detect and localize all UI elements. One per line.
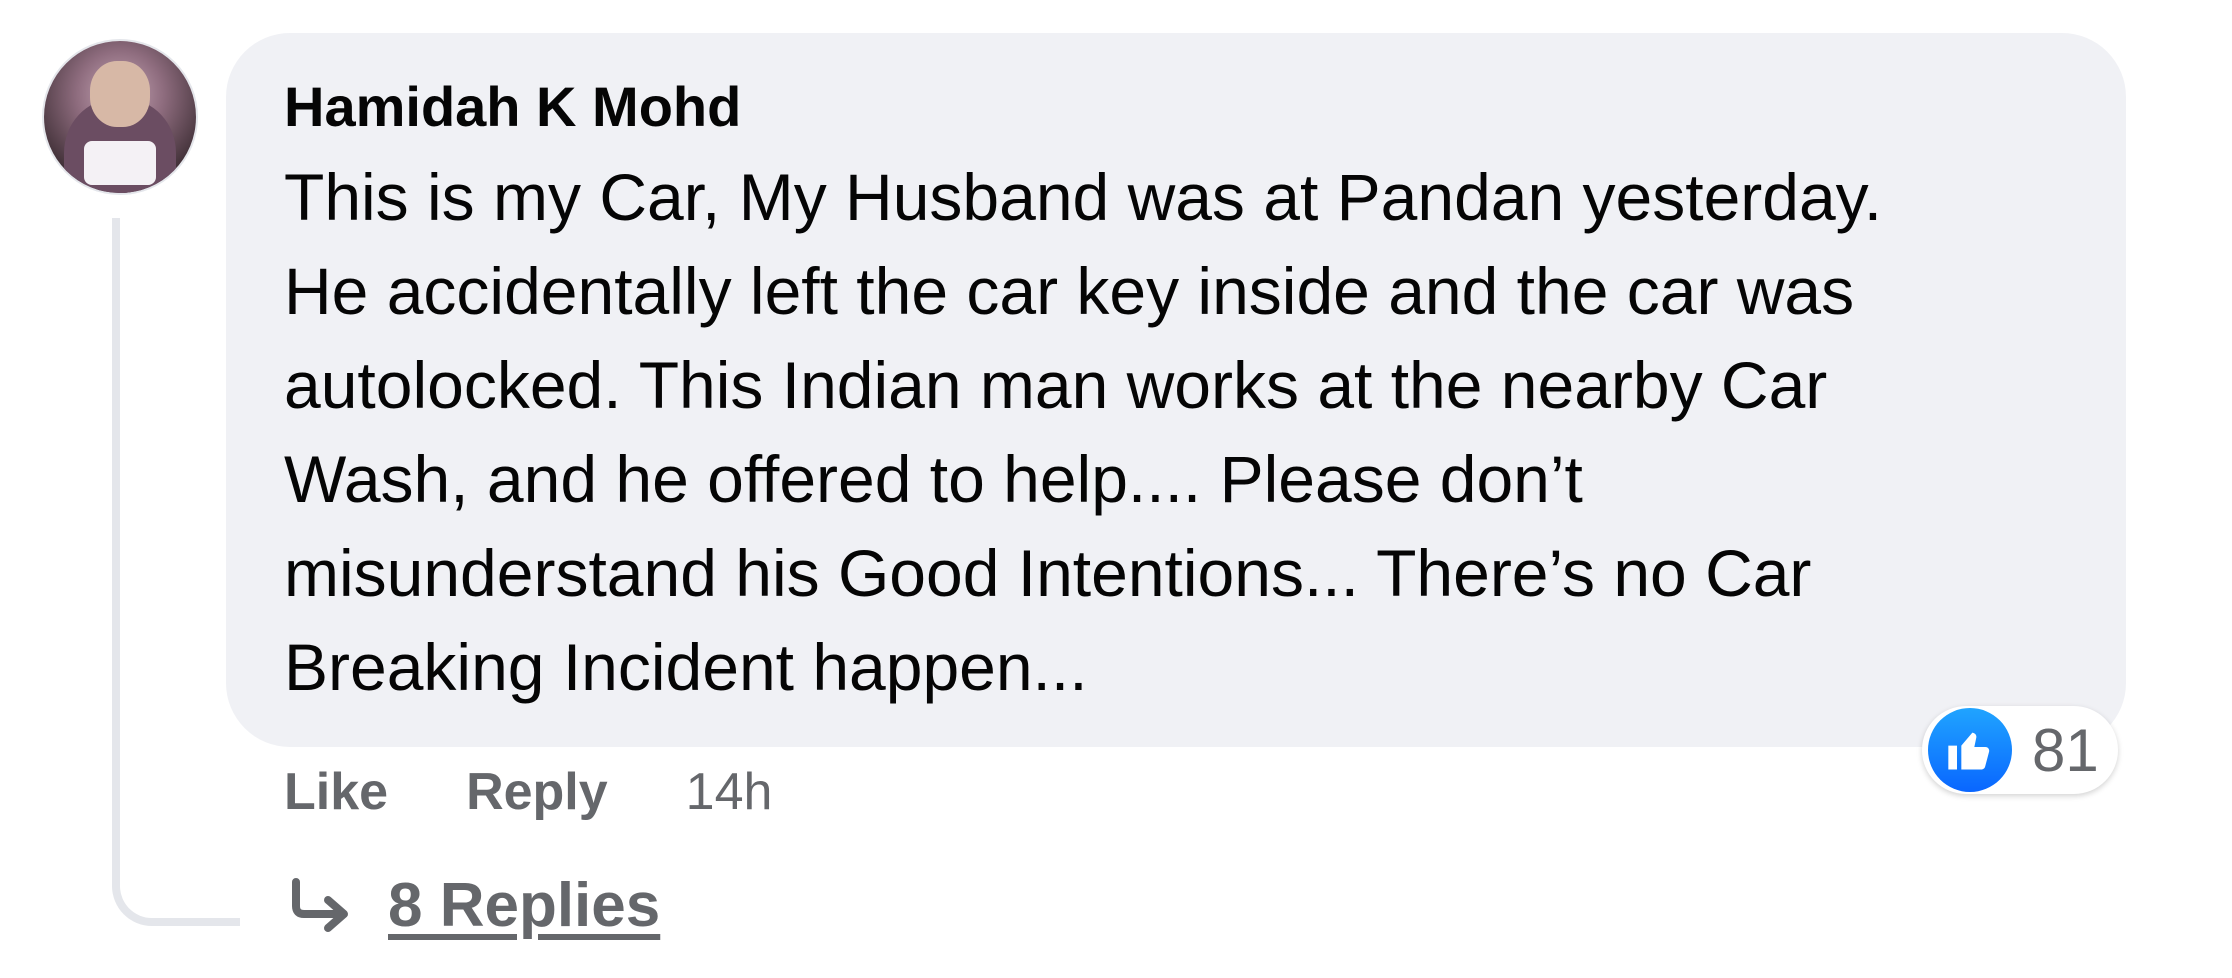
comment-text-line: Breaking Incident happen... xyxy=(284,630,1088,704)
avatar[interactable] xyxy=(44,41,196,193)
reaction-count: 81 xyxy=(2032,716,2099,784)
thread-connector-line xyxy=(112,218,240,926)
thumbs-up-icon xyxy=(1928,708,2012,792)
comment-actions: Like Reply 14h xyxy=(284,762,772,822)
comment-text-line: He accidentally left the car key inside … xyxy=(284,254,1855,328)
comment-author-name[interactable]: Hamidah K Mohd xyxy=(284,74,741,139)
reply-button[interactable]: Reply xyxy=(466,762,608,822)
comment-timestamp[interactable]: 14h xyxy=(686,762,773,822)
reaction-summary[interactable]: 81 xyxy=(1922,706,2118,794)
like-button[interactable]: Like xyxy=(284,762,388,822)
view-replies-row[interactable]: 8 Replies xyxy=(286,870,660,941)
reply-arrow-icon xyxy=(292,877,348,932)
comment-text: This is my Car, My Husband was at Pandan… xyxy=(284,150,2104,714)
comment-text-line: This is my Car, My Husband was at Pandan… xyxy=(284,160,1883,234)
view-replies-link[interactable]: 8 Replies xyxy=(388,870,660,941)
comment-text-line: misunderstand his Good Intentions... The… xyxy=(284,536,1812,610)
avatar-face-shape xyxy=(90,61,150,127)
comment-text-line: autolocked. This Indian man works at the… xyxy=(284,348,1828,422)
avatar-logo-mark xyxy=(84,141,156,185)
comment-text-line: Wash, and he offered to help.... Please … xyxy=(284,442,1583,516)
